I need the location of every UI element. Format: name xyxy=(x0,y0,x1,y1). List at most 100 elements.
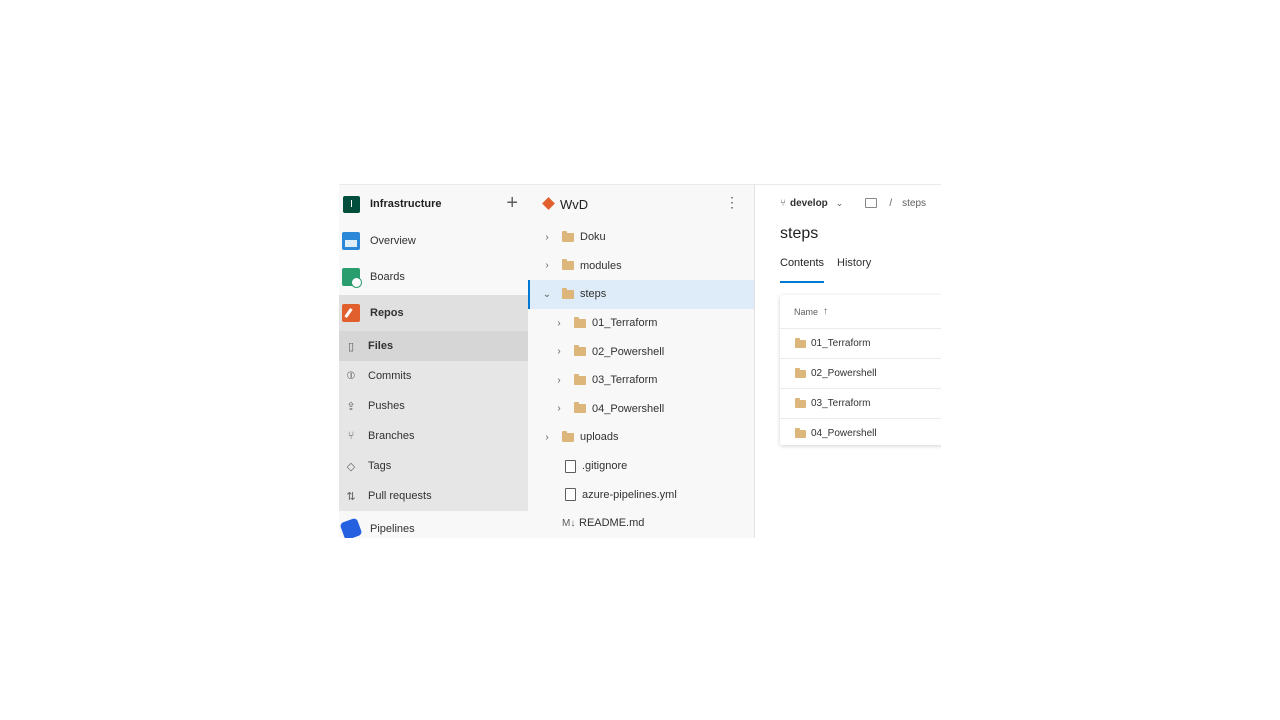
nav-overview-label: Overview xyxy=(370,235,416,247)
push-icon: ⇪ xyxy=(346,400,356,413)
breadcrumb: ⑂ develop ⌄ / steps xyxy=(755,185,941,221)
nav-pushes[interactable]: ⇪ Pushes xyxy=(339,391,528,421)
commit-icon: ⦶ xyxy=(347,369,355,382)
row-name[interactable]: 01_Terraform xyxy=(811,338,870,349)
table-row[interactable]: 01_Terraform xyxy=(780,329,941,359)
file-tree-pane: WvD ⋮ › Doku › modules ⌄ steps › 01_Terr… xyxy=(528,185,755,538)
tag-icon: ◇ xyxy=(346,460,356,473)
repo-header: WvD ⋮ xyxy=(528,185,754,223)
content-tabs: Contents History xyxy=(780,257,941,283)
chevron-down-icon[interactable]: ⌄ xyxy=(541,289,553,300)
nav-commits-label: Commits xyxy=(368,370,412,382)
folder-icon xyxy=(562,259,574,271)
chevron-right-icon[interactable]: › xyxy=(553,403,565,414)
nav-boards[interactable]: Boards xyxy=(339,259,528,295)
nav-pull-requests[interactable]: ⇅ Pull requests xyxy=(339,481,528,511)
tree-item-04-powershell[interactable]: › 04_Powershell xyxy=(528,395,754,424)
repo-name-dropdown[interactable]: WvD xyxy=(560,197,588,212)
content-pane: ⑂ develop ⌄ / steps steps Contents Histo… xyxy=(755,185,941,538)
project-avatar[interactable]: I xyxy=(343,195,360,213)
tree-item-02-powershell[interactable]: › 02_Powershell xyxy=(528,337,754,366)
nav-pull-requests-label: Pull requests xyxy=(368,490,432,502)
folder-icon xyxy=(562,287,574,299)
chevron-right-icon[interactable]: › xyxy=(541,260,553,271)
folder-icon xyxy=(795,337,806,348)
pull-request-icon: ⇅ xyxy=(346,490,356,503)
chevron-right-icon[interactable]: › xyxy=(541,432,553,443)
page-title: steps xyxy=(780,225,819,242)
nav-boards-label: Boards xyxy=(370,271,405,283)
markdown-icon: M↓ xyxy=(562,517,576,529)
branch-icon: ⑂ xyxy=(347,430,355,442)
nav-tags-label: Tags xyxy=(368,460,392,472)
folder-icon xyxy=(562,430,574,442)
column-header-name[interactable]: Name xyxy=(794,307,818,317)
folder-contents-table: Name ↑ 01_Terraform 02_Powershell 03_Ter… xyxy=(780,295,941,445)
nav-overview[interactable]: Overview xyxy=(339,223,528,259)
table-row[interactable]: 04_Powershell xyxy=(780,419,941,448)
tree-item-label: Doku xyxy=(580,231,606,244)
tree-item-label: uploads xyxy=(580,431,619,444)
tab-history[interactable]: History xyxy=(837,257,871,283)
folder-outline-icon[interactable] xyxy=(865,198,878,208)
branch-icon: ⑂ xyxy=(780,197,786,209)
tree-item-01-terraform[interactable]: › 01_Terraform xyxy=(528,309,754,338)
tree-item-03-terraform[interactable]: › 03_Terraform xyxy=(528,366,754,395)
nav-branches-label: Branches xyxy=(368,430,415,442)
row-name[interactable]: 02_Powershell xyxy=(811,368,877,379)
more-options-icon[interactable]: ⋮ xyxy=(725,195,739,209)
tab-contents[interactable]: Contents xyxy=(780,257,825,283)
chevron-right-icon[interactable]: › xyxy=(553,318,565,329)
nav-tags[interactable]: ◇ Tags xyxy=(339,451,528,481)
table-row[interactable]: 03_Terraform xyxy=(780,389,941,419)
project-name[interactable]: Infrastructure xyxy=(370,198,442,210)
row-name[interactable]: 04_Powershell xyxy=(811,428,877,439)
folder-icon xyxy=(574,402,586,414)
nav-branches[interactable]: ⑂ Branches xyxy=(339,421,528,451)
folder-icon xyxy=(574,316,586,328)
chevron-down-icon[interactable]: ⌄ xyxy=(836,198,844,209)
tree-item-label: 04_Powershell xyxy=(592,402,665,415)
tree-item-gitignore[interactable]: .gitignore xyxy=(528,452,754,481)
folder-icon xyxy=(795,397,806,408)
tree-item-label: 03_Terraform xyxy=(592,374,658,387)
nav-pipelines[interactable]: Pipelines xyxy=(339,511,528,538)
tree-item-readme[interactable]: M↓ README.md xyxy=(528,509,754,538)
nav-repos-label: Repos xyxy=(370,307,404,319)
breadcrumb-item-steps[interactable]: steps xyxy=(902,198,926,209)
tree-item-label: azure-pipelines.yml xyxy=(582,488,677,501)
overview-icon xyxy=(342,232,360,250)
sort-ascending-icon[interactable]: ↑ xyxy=(823,306,828,317)
tree-item-uploads[interactable]: › uploads xyxy=(528,423,754,452)
file-icon xyxy=(565,488,576,502)
row-name[interactable]: 03_Terraform xyxy=(811,398,870,409)
add-icon[interactable]: + xyxy=(506,193,518,213)
tree-item-label: steps xyxy=(580,288,607,301)
chevron-right-icon[interactable]: › xyxy=(553,346,565,357)
folder-icon xyxy=(795,427,806,438)
nav-commits[interactable]: ⦶ Commits xyxy=(339,361,528,391)
tree-item-label: README.md xyxy=(579,517,645,530)
tree-item-doku[interactable]: › Doku xyxy=(528,223,754,252)
nav-files-label: Files xyxy=(368,340,394,352)
folder-icon xyxy=(795,367,806,378)
git-repo-icon xyxy=(542,197,555,210)
chevron-right-icon[interactable]: › xyxy=(553,375,565,386)
file-code-icon: ▯ xyxy=(347,340,355,353)
chevron-right-icon[interactable]: › xyxy=(541,232,553,243)
tree-item-label: 02_Powershell xyxy=(592,345,665,358)
branch-selector[interactable]: develop xyxy=(790,198,828,209)
project-header: I Infrastructure + xyxy=(339,185,528,223)
tree-item-label: 01_Terraform xyxy=(592,317,658,330)
nav-pipelines-label: Pipelines xyxy=(370,523,415,535)
tree-item-steps[interactable]: ⌄ steps xyxy=(528,280,754,309)
nav-pushes-label: Pushes xyxy=(368,400,405,412)
tree-item-modules[interactable]: › modules xyxy=(528,252,754,281)
nav-files[interactable]: ▯ Files xyxy=(339,331,528,361)
table-row[interactable]: 02_Powershell xyxy=(780,359,941,389)
folder-icon xyxy=(574,345,586,357)
left-nav: I Infrastructure + Overview Boards Repos… xyxy=(339,185,528,538)
nav-repos[interactable]: Repos xyxy=(339,295,528,331)
tree-item-azure-pipelines[interactable]: azure-pipelines.yml xyxy=(528,480,754,509)
tree-item-label: .gitignore xyxy=(582,460,628,473)
